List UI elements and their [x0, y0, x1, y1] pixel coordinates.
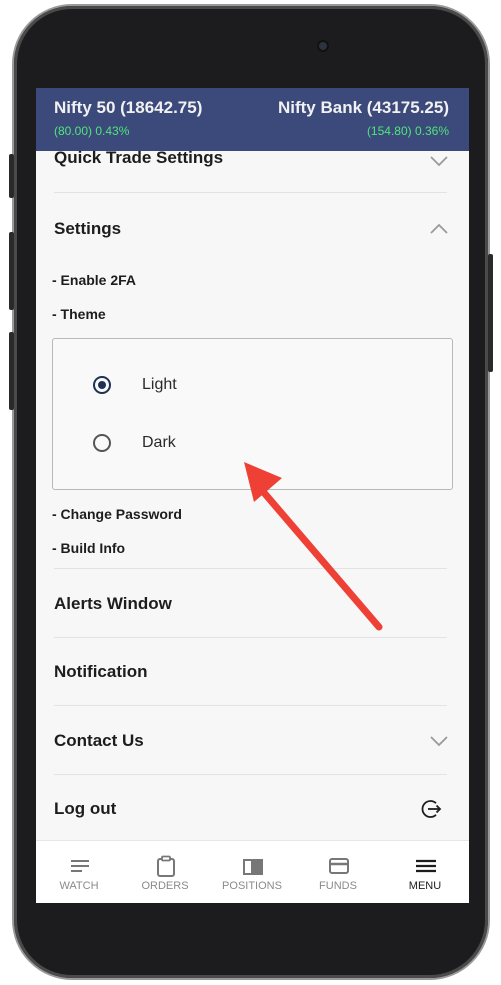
divider — [54, 774, 447, 775]
book-icon — [243, 859, 263, 875]
nav-positions-label: POSITIONS — [222, 880, 282, 892]
notification-item[interactable]: Notification — [54, 662, 148, 682]
nav-orders-label: ORDERS — [141, 880, 189, 892]
menu-content[interactable]: Quick Trade Settings Settings - Enable 2… — [36, 88, 469, 840]
radio-unselected-icon[interactable] — [93, 434, 111, 452]
nav-watch[interactable]: WATCH — [36, 841, 122, 903]
nav-positions[interactable]: POSITIONS — [209, 841, 295, 903]
divider — [54, 568, 447, 569]
enable-2fa-item[interactable]: - Enable 2FA — [52, 272, 136, 288]
nifty-bank-change: (154.80) 0.36% — [366, 124, 449, 138]
nifty-50-name[interactable]: Nifty 50 (18642.75) — [54, 98, 202, 118]
theme-option-light[interactable]: Light — [93, 376, 293, 400]
power-button — [488, 254, 493, 372]
mute-switch — [9, 332, 14, 410]
list-icon — [71, 860, 89, 872]
hamburger-icon — [416, 859, 436, 873]
radio-selected-icon[interactable] — [93, 376, 111, 394]
nav-watch-label: WATCH — [59, 880, 99, 892]
front-camera — [319, 42, 327, 50]
nav-funds[interactable]: FUNDS — [295, 841, 381, 903]
chevron-down-icon[interactable] — [429, 154, 449, 168]
market-ticker-bar: Nifty 50 (18642.75) (80.00) 0.43% Nifty … — [36, 88, 469, 151]
theme-option-dark-label: Dark — [142, 434, 176, 451]
nifty-bank-name[interactable]: Nifty Bank (43175.25) — [278, 98, 449, 118]
nav-menu-label: MENU — [408, 880, 442, 892]
alerts-window-item[interactable]: Alerts Window — [54, 594, 172, 614]
divider — [54, 637, 447, 638]
theme-item[interactable]: - Theme — [52, 306, 106, 322]
card-icon — [329, 858, 349, 874]
logout-icon[interactable] — [421, 798, 443, 820]
settings-header[interactable]: Settings — [54, 219, 121, 239]
build-info-item[interactable]: - Build Info — [52, 540, 125, 556]
log-out-item[interactable]: Log out — [54, 799, 116, 819]
divider — [54, 192, 447, 193]
contact-us-header[interactable]: Contact Us — [54, 731, 144, 751]
chevron-up-icon[interactable] — [429, 222, 449, 236]
theme-options-box: Light Dark — [52, 338, 453, 490]
bottom-navigation: WATCH ORDERS POSITIONS FUNDS MENU — [36, 840, 469, 903]
chevron-down-icon[interactable] — [429, 734, 449, 748]
clipboard-icon — [157, 855, 175, 877]
nav-orders[interactable]: ORDERS — [122, 841, 208, 903]
nav-menu[interactable]: MENU — [382, 841, 468, 903]
nifty-50-change: (80.00) 0.43% — [54, 124, 130, 138]
divider — [54, 705, 447, 706]
volume-up-button — [9, 154, 14, 198]
app-screen: Quick Trade Settings Settings - Enable 2… — [36, 88, 469, 903]
change-password-item[interactable]: - Change Password — [52, 506, 182, 522]
quick-trade-settings-header[interactable]: Quick Trade Settings — [54, 148, 223, 168]
theme-option-light-label: Light — [142, 376, 177, 393]
volume-down-button — [9, 232, 14, 310]
theme-option-dark[interactable]: Dark — [93, 434, 293, 458]
nav-funds-label: FUNDS — [319, 880, 357, 892]
